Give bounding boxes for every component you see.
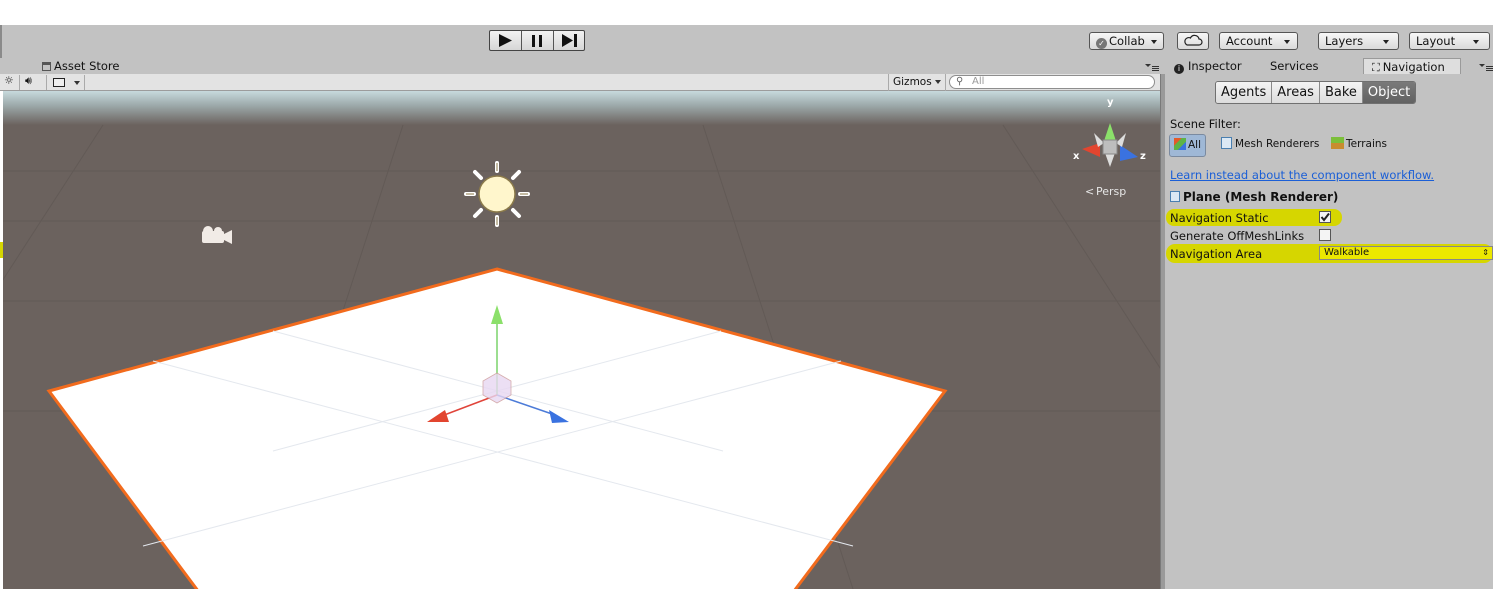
nav-static-label: Navigation Static xyxy=(1170,211,1269,225)
terrain-icon xyxy=(1331,137,1344,149)
tab-inspector-label: Inspector xyxy=(1188,59,1242,73)
nav-static-checkbox[interactable] xyxy=(1319,211,1331,223)
collab-button[interactable]: ✓ Collab xyxy=(1089,32,1164,50)
object-title: Plane (Mesh Renderer) xyxy=(1170,190,1338,204)
scene-viewport[interactable]: y x z < Persp xyxy=(3,91,1160,589)
updown-icon: ⇕ xyxy=(1482,248,1489,257)
search-icon: ⚲ xyxy=(956,76,964,87)
lighting-toggle[interactable]: ☼ xyxy=(0,74,20,90)
chevron-down-icon xyxy=(74,81,80,85)
tab-asset-store-label: Asset Store xyxy=(54,59,120,73)
gizmos-label: Gizmos xyxy=(893,76,932,88)
nav-area-dropdown[interactable]: Walkable ⇕ xyxy=(1319,246,1493,260)
play-button[interactable] xyxy=(490,31,522,50)
tab-navigation[interactable]: ⛶ Navigation xyxy=(1363,58,1461,75)
tab-navigation-label: Navigation xyxy=(1382,60,1445,74)
projection-icon: < xyxy=(1085,185,1094,198)
play-controls xyxy=(489,30,585,51)
gizmos-dropdown[interactable]: Gizmos xyxy=(888,74,947,91)
effects-dropdown[interactable] xyxy=(47,75,85,90)
pause-button[interactable] xyxy=(522,31,554,50)
left-edge-marker xyxy=(0,242,3,258)
info-icon: i xyxy=(1174,64,1184,74)
speaker-icon: 🔊︎ xyxy=(25,74,32,87)
offmesh-checkbox[interactable] xyxy=(1319,229,1331,241)
tab-asset-store[interactable]: Asset Store xyxy=(42,58,120,75)
audio-toggle[interactable]: 🔊︎ xyxy=(20,74,47,90)
tab-services-label: Services xyxy=(1270,59,1319,73)
scene-filter-label: Scene Filter: xyxy=(1170,117,1241,131)
chevron-down-icon xyxy=(1473,39,1480,44)
nav-area-label: Navigation Area xyxy=(1170,247,1263,261)
offmesh-label: Generate OffMeshLinks xyxy=(1170,229,1305,243)
panel-menu-icon[interactable] xyxy=(1479,64,1493,72)
pause-icon xyxy=(532,35,542,47)
directional-light-icon[interactable] xyxy=(464,161,530,227)
component-workflow-link[interactable]: Learn instead about the component workfl… xyxy=(1170,168,1434,182)
top-margin xyxy=(0,0,1493,25)
axis-x-label: x xyxy=(1073,151,1080,162)
panel-menu-icon[interactable] xyxy=(1145,64,1159,72)
chevron-down-icon xyxy=(1284,39,1291,44)
projection-label[interactable]: Persp xyxy=(1096,185,1126,198)
skybox-horizon xyxy=(3,91,1160,125)
nav-tab-agents[interactable]: Agents xyxy=(1216,82,1273,103)
account-label: Account xyxy=(1226,34,1273,48)
cloud-button[interactable] xyxy=(1177,32,1209,50)
step-icon xyxy=(562,34,577,47)
nav-tab-object[interactable]: Object xyxy=(1362,82,1416,103)
account-dropdown[interactable]: Account xyxy=(1219,32,1298,50)
filter-terrains-label: Terrains xyxy=(1346,138,1388,150)
collab-label: Collab xyxy=(1109,34,1145,48)
filter-mesh-renderers-label: Mesh Renderers xyxy=(1235,138,1320,150)
axis-y-label: y xyxy=(1107,97,1114,108)
chevron-down-icon xyxy=(1383,39,1390,44)
navmesh-icon: ⛶ xyxy=(1372,61,1380,74)
store-icon xyxy=(42,62,51,71)
chevron-down-icon xyxy=(935,80,942,84)
nav-tab-bake[interactable]: Bake xyxy=(1319,82,1363,103)
object-title-text: Plane (Mesh Renderer) xyxy=(1183,190,1339,204)
tab-services[interactable]: Services xyxy=(1270,58,1319,75)
nav-tab-areas[interactable]: Areas xyxy=(1272,82,1320,103)
scene-search-placeholder: All xyxy=(972,76,985,87)
axis-z-label: z xyxy=(1140,151,1146,162)
filter-terrains-button[interactable]: Terrains xyxy=(1329,134,1387,157)
layers-dropdown[interactable]: Layers xyxy=(1318,32,1399,50)
layout-label: Layout xyxy=(1416,34,1456,48)
cloud-icon xyxy=(1184,34,1203,46)
chevron-down-icon xyxy=(1150,39,1157,44)
filter-all-button[interactable]: All xyxy=(1169,134,1207,157)
step-button[interactable] xyxy=(554,31,585,50)
tab-inspector[interactable]: i Inspector xyxy=(1174,58,1242,75)
play-icon xyxy=(499,34,512,47)
sun-small-icon: ☼ xyxy=(4,74,14,87)
filter-all-label: All xyxy=(1188,139,1202,151)
mesh-renderer-icon xyxy=(1170,191,1180,202)
mesh-renderer-icon xyxy=(1221,137,1232,149)
layout-dropdown[interactable]: Layout xyxy=(1409,32,1490,50)
filter-mesh-renderers-button[interactable]: Mesh Renderers xyxy=(1219,134,1319,157)
scene-search-input[interactable]: ⚲ All xyxy=(949,75,1155,89)
image-icon xyxy=(53,78,65,87)
nav-area-value: Walkable xyxy=(1324,247,1370,258)
checkmark-icon xyxy=(1320,212,1330,222)
layers-label: Layers xyxy=(1325,34,1364,48)
cube-icon xyxy=(1174,138,1186,150)
navigation-tabs: Agents Areas Bake Object xyxy=(1215,81,1417,104)
check-circle-icon: ✓ xyxy=(1096,38,1107,49)
unity-editor-window: ✓ Collab Account Layers Layout Asset Stor… xyxy=(0,0,1493,589)
